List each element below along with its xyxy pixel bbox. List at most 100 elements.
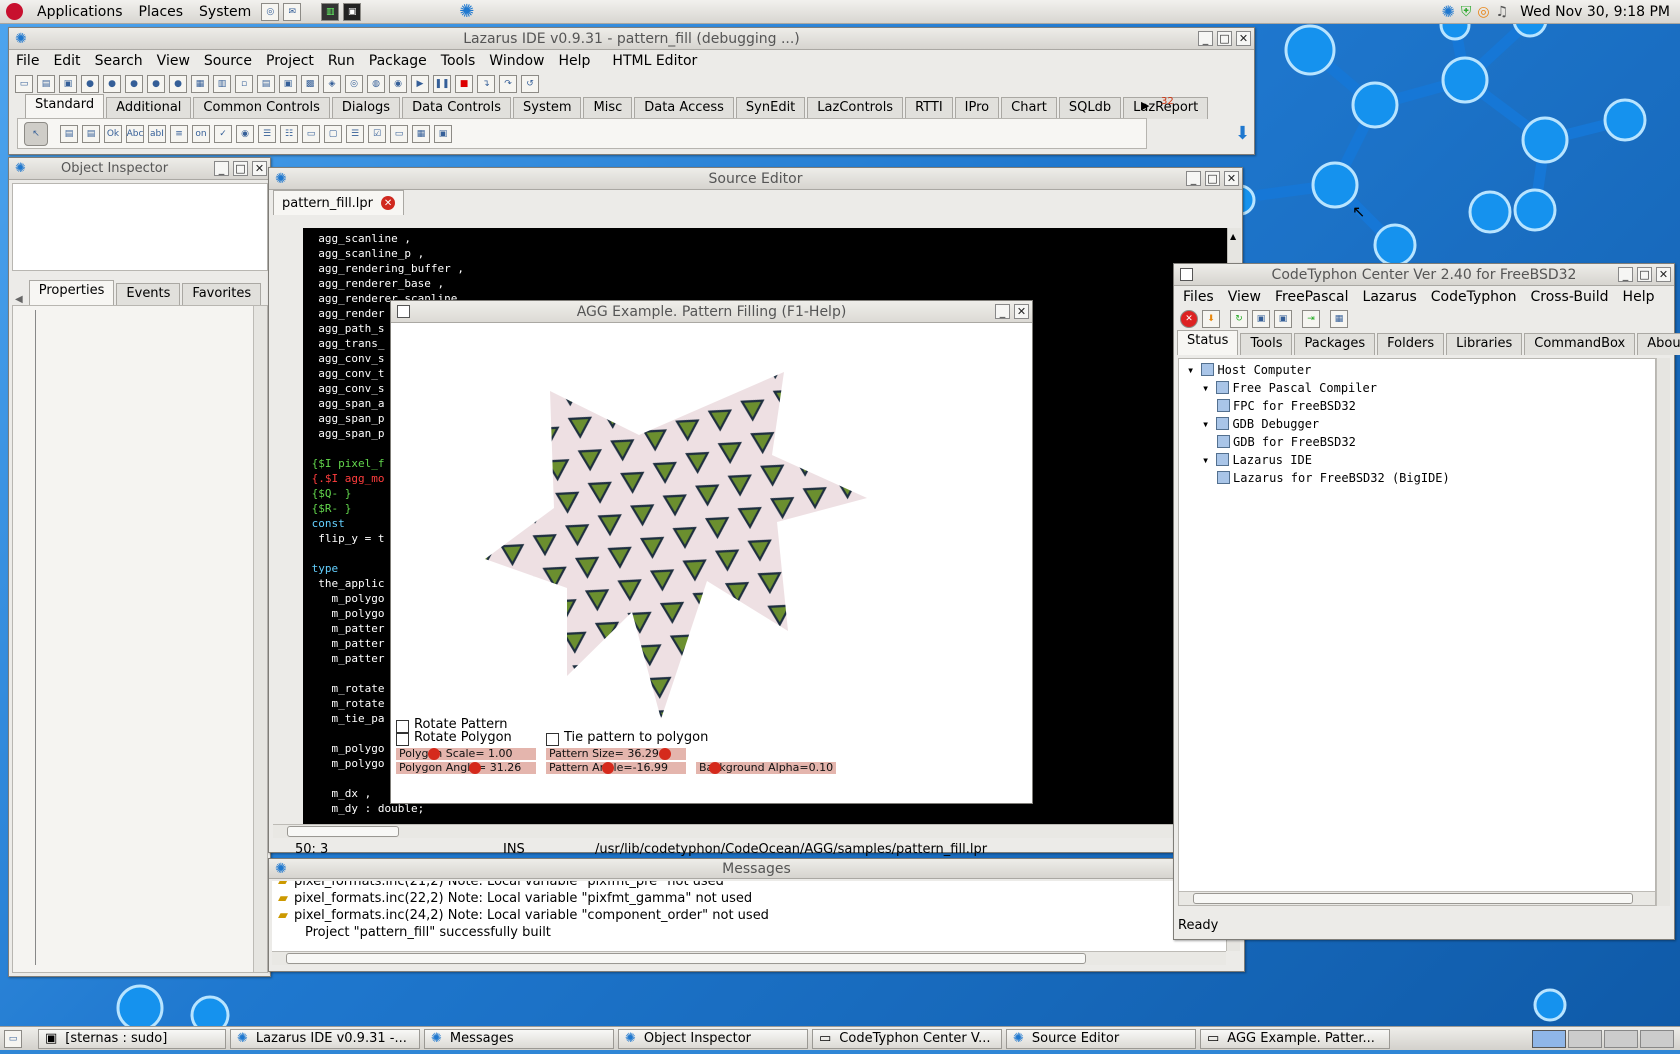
project-icon[interactable]: ◍ — [367, 74, 385, 93]
workspace-3[interactable] — [1604, 1029, 1638, 1048]
messages-list[interactable]: ▰ pixel_formats.inc(21,2) Note: Local var… — [272, 881, 1226, 951]
ct-refresh-icon[interactable]: ↻ — [1230, 310, 1248, 328]
menu-window[interactable]: Window — [482, 53, 551, 69]
close-button[interactable]: ✕ — [1236, 31, 1251, 46]
task-messages[interactable]: ✺ Messages — [424, 1028, 614, 1049]
tree-item[interactable]: Lazarus for FreeBSD32 (BigIDE) — [1217, 471, 1450, 485]
memo-component-icon[interactable]: ≡ — [170, 124, 188, 143]
ct-tab-about[interactable]: About — [1637, 333, 1680, 355]
tab-events[interactable]: Events — [116, 283, 181, 305]
task-object-inspector[interactable]: ✺ Object Inspector — [618, 1028, 808, 1049]
build-icon[interactable]: ▩ — [301, 74, 319, 93]
expand-icon[interactable]: ▾ — [1202, 381, 1216, 395]
freebsd-logo-icon[interactable] — [6, 3, 23, 20]
popup-menu-component-icon[interactable]: ▤ — [82, 124, 100, 143]
tree-item[interactable]: GDB for FreeBSD32 — [1217, 435, 1356, 449]
ct-tab-folders[interactable]: Folders — [1377, 333, 1445, 355]
workspace-4[interactable] — [1640, 1029, 1674, 1048]
polygon-angle-slider[interactable]: Polygon Angle= 31.26 — [396, 762, 536, 774]
messages-hscroll-thumb[interactable] — [286, 953, 1086, 964]
button-component-icon[interactable]: Ok — [104, 124, 122, 143]
ct-tab-tools[interactable]: Tools — [1240, 333, 1293, 355]
task-source-editor[interactable]: ✺ Source Editor — [1006, 1028, 1196, 1049]
ct-save-all-icon[interactable]: ▣ — [1274, 310, 1292, 328]
tie-pattern-checkbox[interactable] — [546, 733, 559, 746]
message-item[interactable]: ▰ pixel_formats.inc(21,2) Note: Local var… — [272, 881, 724, 890]
object-inspector-title-bar[interactable]: ✺ Object Inspector _ □ ✕ — [9, 158, 270, 180]
source-editor-title-bar[interactable]: ✺ Source Editor _ □ ✕ — [269, 168, 1242, 190]
ct-close-button[interactable]: ✕ — [1656, 267, 1671, 282]
tab-rtti[interactable]: RTTI — [905, 97, 953, 119]
ct-tab-status[interactable]: Status — [1177, 330, 1239, 355]
editor-horizontal-scrollbar[interactable] — [273, 824, 1227, 838]
save-disabled-icon[interactable]: ▫ — [235, 74, 253, 93]
task-codetyphon-center[interactable]: ▭ CodeTyphon Center V... — [812, 1028, 1002, 1049]
typhon-icon[interactable]: ✺ — [459, 1, 474, 22]
tab-additional[interactable]: Additional — [106, 97, 192, 119]
edit-component-icon[interactable]: abI — [148, 124, 166, 143]
editor-maximize-button[interactable]: □ — [1205, 171, 1220, 186]
inspector-tab-left-icon[interactable]: ◀ — [15, 294, 23, 305]
tab-dialogs[interactable]: Dialogs — [331, 97, 401, 119]
actionlist-component-icon[interactable]: ▣ — [434, 124, 452, 143]
listbox-component-icon[interactable]: ☰ — [258, 124, 276, 143]
ct-tree-vscrollbar[interactable] — [1656, 358, 1670, 906]
tree-item[interactable]: ▾ Lazarus IDE — [1202, 453, 1312, 467]
tab-pattern-fill[interactable]: pattern_fill.lpr ✕ — [273, 190, 405, 215]
ct-minimize-button[interactable]: _ — [1618, 267, 1633, 282]
copy-icon[interactable]: ▤ — [257, 74, 275, 93]
label-component-icon[interactable]: Abc — [126, 124, 144, 143]
ct-menu-view[interactable]: View — [1221, 289, 1268, 305]
tree-item[interactable]: FPC for FreeBSD32 — [1217, 399, 1356, 413]
save-icon[interactable]: ● — [125, 74, 143, 93]
step-over-icon[interactable]: ↷ — [499, 74, 517, 93]
polygon-angle-slider-knob[interactable] — [468, 762, 481, 774]
radio-button-component-icon[interactable]: ◉ — [236, 124, 254, 143]
task-terminal[interactable]: ▣ [sternas : sudo] — [38, 1028, 226, 1049]
pattern-angle-slider[interactable]: Pattern Angle=-16.99 — [546, 762, 686, 774]
compile-icon[interactable]: ◈ — [323, 74, 341, 93]
message-item[interactable]: ▰ pixel_formats.inc(24,2) Note: Local var… — [272, 907, 769, 924]
codetyphon-title-bar[interactable]: CodeTyphon Center Ver 2.40 for FreeBSD32… — [1174, 264, 1674, 286]
volume-icon[interactable]: ♫ — [1496, 4, 1509, 20]
lazarus-title-bar[interactable]: ✺ Lazarus IDE v0.9.31 - pattern_fill (de… — [9, 28, 1254, 50]
open-icon[interactable]: ● — [81, 74, 99, 93]
panel-menu-system[interactable]: System — [191, 4, 259, 20]
editor-minimize-button[interactable]: _ — [1186, 171, 1201, 186]
tab-common-controls[interactable]: Common Controls — [193, 97, 330, 119]
menu-help[interactable]: Help — [552, 53, 598, 69]
message-item[interactable]: Project "pattern_fill" successfully buil… — [305, 924, 551, 941]
ct-monitor-icon[interactable]: ▦ — [1330, 310, 1348, 328]
editor-hscroll-thumb[interactable] — [287, 826, 399, 837]
tab-favorites[interactable]: Favorites — [182, 283, 262, 305]
expand-icon[interactable]: ▾ — [1202, 417, 1216, 431]
agg-minimize-button[interactable]: _ — [995, 304, 1010, 319]
menu-project[interactable]: Project — [259, 53, 321, 69]
rotate-polygon-checkbox[interactable] — [396, 733, 409, 746]
tab-properties[interactable]: Properties — [28, 280, 115, 305]
ct-menu-codetyphon[interactable]: CodeTyphon — [1424, 289, 1524, 305]
component-tree[interactable] — [12, 183, 268, 271]
pattern-size-slider-knob[interactable] — [658, 748, 671, 760]
agg-title-bar[interactable]: AGG Example. Pattern Filling (F1-Help) _… — [391, 301, 1032, 323]
menu-package[interactable]: Package — [362, 53, 434, 69]
ct-tree-hscroll-thumb[interactable] — [1193, 893, 1633, 904]
panel-component-icon[interactable]: ▭ — [390, 124, 408, 143]
run-icon[interactable]: ▶ — [411, 74, 429, 93]
ct-exit-icon[interactable]: ⇥ — [1302, 310, 1320, 328]
inspector-minimize-button[interactable]: _ — [214, 161, 229, 176]
tab-standard[interactable]: Standard — [25, 94, 105, 119]
update-icon[interactable]: ◎ — [1477, 4, 1489, 20]
toggle-form-icon[interactable]: ● — [169, 74, 187, 93]
new-file-icon[interactable]: ▭ — [15, 74, 33, 93]
step-out-icon[interactable]: ↺ — [521, 74, 539, 93]
pattern-size-slider[interactable]: Pattern Size= 36.29 — [546, 748, 686, 760]
expand-icon[interactable]: ▾ — [1202, 453, 1216, 467]
menu-search[interactable]: Search — [88, 53, 150, 69]
menu-edit[interactable]: Edit — [46, 53, 87, 69]
panel-menu-places[interactable]: Places — [131, 4, 192, 20]
ct-maximize-button[interactable]: □ — [1637, 267, 1652, 282]
new-unit-icon[interactable]: ▣ — [59, 74, 77, 93]
workspace-1[interactable] — [1532, 1029, 1566, 1048]
tree-item[interactable]: ▾ Host Computer — [1187, 363, 1311, 377]
